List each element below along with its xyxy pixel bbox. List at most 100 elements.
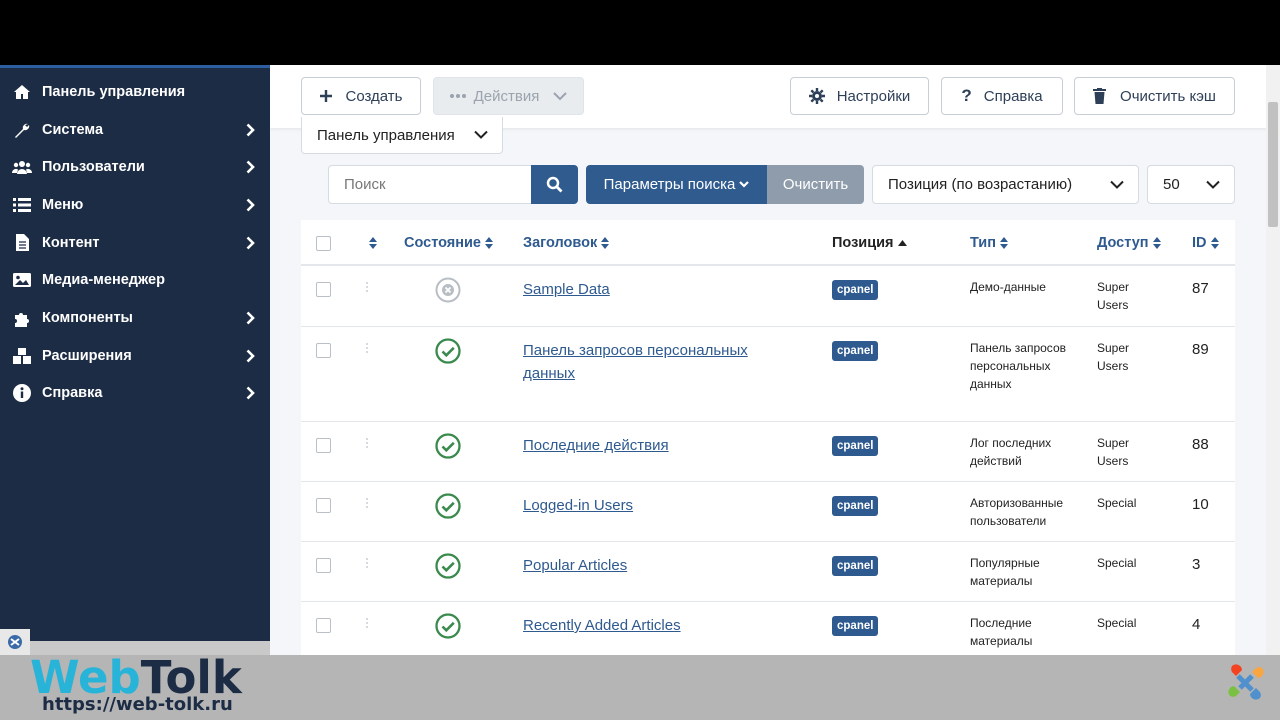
title-header-label: Заголовок [523, 235, 598, 251]
main-content: Создать Действия Настройки ? Справка Очи… [270, 65, 1280, 655]
sidebar-item-1[interactable]: Система [0, 111, 270, 149]
watermark-footer: WebTolk https://web-tolk.ru [0, 651, 1280, 720]
sidebar-item-label: Система [42, 121, 104, 138]
create-button[interactable]: Создать [301, 77, 421, 115]
type-header-label: Тип [970, 235, 996, 251]
drag-handle-icon[interactable] [366, 343, 370, 355]
module-title-link[interactable]: Sample Data [523, 278, 783, 301]
position-badge: cpanel [832, 280, 879, 300]
drag-handle-icon[interactable] [366, 618, 370, 630]
row-checkbox[interactable] [316, 618, 331, 633]
row-checkbox[interactable] [316, 498, 331, 513]
access-level: Super Users [1097, 341, 1130, 373]
published-check-icon[interactable] [435, 338, 461, 364]
plus-icon [319, 89, 333, 103]
ordering-sort-header[interactable] [365, 220, 377, 266]
type-sort-header[interactable]: Тип [970, 220, 1008, 266]
sidebar-item-7[interactable]: Расширения [0, 337, 270, 375]
create-button-label: Создать [345, 87, 403, 105]
sidebar-item-label: Компоненты [42, 309, 133, 326]
id-sort-header[interactable]: ID [1192, 220, 1219, 266]
published-check-icon[interactable] [435, 553, 461, 579]
settings-button[interactable]: Настройки [790, 77, 929, 115]
position-sort-header[interactable]: Позиция [832, 220, 907, 266]
drag-handle-icon[interactable] [366, 438, 370, 450]
sidebar-item-0[interactable]: Панель управления [0, 73, 270, 111]
help-button-label: Справка [983, 87, 1043, 105]
table-body: Sample Data cpanel Демо-данные Super Users 8… [301, 266, 1235, 655]
ordering-select[interactable]: Позиция (по возрастанию) [872, 165, 1139, 204]
module-title-link[interactable]: Popular Articles [523, 554, 783, 577]
module-title-link[interactable]: Последние действия [523, 434, 783, 457]
id-header-label: ID [1192, 235, 1207, 251]
limit-select[interactable]: 50 [1147, 165, 1235, 204]
access-level: Special [1097, 616, 1137, 630]
ellipsis-icon [449, 93, 466, 99]
search-options-button[interactable]: Параметры поиска [586, 165, 767, 204]
clear-cache-button[interactable]: Очистить кэш [1074, 77, 1235, 115]
access-sort-header[interactable]: Доступ [1097, 220, 1161, 266]
help-button[interactable]: ? Справка [941, 77, 1063, 115]
position-header-label: Позиция [832, 235, 894, 251]
sidebar-item-5[interactable]: Медиа-менеджер [0, 261, 270, 299]
scrollbar[interactable] [1266, 65, 1280, 655]
state-header-label: Состояние [404, 235, 481, 251]
unpublished-icon[interactable] [435, 277, 461, 303]
puzzle-icon [12, 308, 32, 328]
select-all-checkbox[interactable] [316, 236, 331, 251]
sidebar-item-3[interactable]: Меню [0, 186, 270, 224]
title-sort-header[interactable]: Заголовок [523, 220, 610, 266]
search-options-label: Параметры поиска [603, 176, 736, 193]
row-checkbox[interactable] [316, 282, 331, 297]
sidebar-item-6[interactable]: Компоненты [0, 299, 270, 337]
clear-cache-button-label: Очистить кэш [1120, 87, 1216, 105]
chevron-down-icon [474, 127, 488, 144]
clear-filters-button[interactable]: Очистить [767, 165, 864, 204]
actions-dropdown[interactable]: Действия [433, 77, 584, 115]
row-checkbox[interactable] [316, 438, 331, 453]
published-check-icon[interactable] [435, 493, 461, 519]
access-header-label: Доступ [1097, 235, 1149, 251]
question-icon: ? [961, 86, 972, 105]
sidebar-item-label: Расширения [42, 347, 132, 364]
search-input[interactable] [328, 165, 531, 204]
published-check-icon[interactable] [435, 613, 461, 639]
drag-handle-icon[interactable] [366, 558, 370, 570]
sidebar-item-4[interactable]: Контент [0, 224, 270, 262]
sidebar-item-2[interactable]: Пользователи [0, 148, 270, 186]
sort-icon [601, 237, 610, 249]
access-level: Special [1097, 496, 1137, 510]
sidebar-menu: Панель управления Система Пользователи Меню… [0, 68, 270, 412]
row-checkbox[interactable] [316, 558, 331, 573]
drag-handle-icon[interactable] [366, 282, 370, 294]
module-id: 88 [1192, 436, 1209, 453]
sidebar-item-8[interactable]: Справка [0, 375, 270, 413]
chevron-down-icon [1206, 176, 1220, 193]
module-title-link[interactable]: Панель запросов персональных данных [523, 339, 783, 385]
scrollbar-thumb[interactable] [1268, 102, 1278, 227]
state-sort-header[interactable]: Состояние [404, 220, 493, 266]
sort-icon [999, 237, 1008, 249]
module-type: Авторизованные пользователи [970, 496, 1064, 528]
chevron-right-icon [242, 310, 258, 326]
row-checkbox[interactable] [316, 343, 331, 358]
module-id: 87 [1192, 280, 1209, 297]
module-id: 89 [1192, 341, 1209, 358]
cubes-icon [12, 346, 32, 366]
sort-icon [484, 237, 493, 249]
limit-select-value: 50 [1163, 176, 1180, 193]
published-check-icon[interactable] [435, 433, 461, 459]
drag-handle-icon[interactable] [366, 498, 370, 510]
chevron-right-icon [242, 235, 258, 251]
sidebar-item-label: Панель управления [42, 83, 186, 100]
module-title-link[interactable]: Logged-in Users [523, 494, 783, 517]
client-select[interactable]: Панель управления [301, 117, 503, 154]
settings-button-label: Настройки [836, 87, 911, 105]
search-button[interactable] [531, 165, 578, 204]
joomla-logo-icon [1222, 658, 1270, 706]
access-level: Super Users [1097, 436, 1130, 468]
chevron-right-icon [242, 122, 258, 138]
module-title-link[interactable]: Recently Added Articles [523, 614, 783, 637]
sidebar-item-label: Контент [42, 234, 100, 251]
module-type: Последние материалы [970, 616, 1033, 648]
